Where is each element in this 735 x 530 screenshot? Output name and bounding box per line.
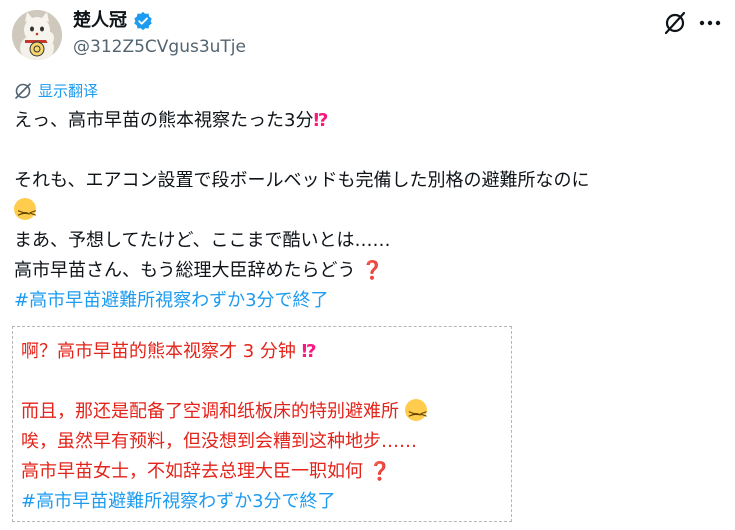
verified-badge-icon: [133, 11, 153, 31]
question-mark-icon: ❓: [368, 461, 392, 482]
tweet-line-text: えっ、高市早苗の熊本視察たった3分: [14, 110, 314, 131]
tweet-line-text: それも、エアコン設置で段ボールベッドも完備した別格の避難所なのに: [14, 170, 590, 191]
tweet-line-text: 高市早苗さん、もう総理大臣辞めたらどう: [14, 260, 356, 281]
show-translation-label[interactable]: 显示翻译: [38, 80, 98, 101]
tweet-line: #高市早苗避難所視察わずか3分で終了: [14, 286, 724, 316]
translation-line: 高市早苗女士，不如辞去总理大臣一职如何 ❓: [21, 457, 427, 487]
show-translation-link[interactable]: 显示翻译: [14, 80, 98, 101]
more-options-button[interactable]: [697, 10, 723, 36]
tweet-line: 高市早苗さん、もう総理大臣辞めたらどう ❓: [14, 256, 724, 286]
translation-line-text: 啊？高市早苗的熊本视察才 3 分钟: [21, 341, 296, 362]
tweet-line-text: まあ、予想してたけど、ここまで酷いとは……: [14, 230, 391, 251]
tweet-line: まあ、予想してたけど、ここまで酷いとは……: [14, 226, 724, 256]
translation-line-text: 唉，虽然早有预料，但没想到会糟到这种地步……: [21, 431, 417, 452]
maneki-neko-icon: [12, 10, 62, 60]
translate-icon: [15, 82, 31, 99]
translation-line: #高市早苗避難所視察わずか3分で終了: [21, 487, 427, 517]
tired-face-icon: [404, 399, 430, 430]
grok-icon: [664, 11, 686, 35]
exclamation-question-icon: ⁉: [313, 110, 329, 131]
tired-face-icon: [14, 198, 40, 229]
translation-line: 唉，虽然早有预料，但没想到会糟到这种地步……: [21, 427, 427, 457]
tweet-text: えっ、高市早苗の熊本視察たった3分⁉ それも、エアコン設置で段ボールベッドも完備…: [14, 106, 724, 316]
translation-line: 而且，那还是配备了空调和纸板床的特别避难所: [21, 397, 430, 430]
author-name-row[interactable]: 楚人冠: [73, 10, 153, 32]
hashtag-link[interactable]: #高市早苗避難所視察わずか3分で終了: [14, 290, 329, 311]
author-name[interactable]: 楚人冠: [73, 10, 127, 32]
translation-line-text: 高市早苗女士，不如辞去总理大臣一职如何: [21, 461, 363, 482]
translation-box: 啊？高市早苗的熊本视察才 3 分钟 ⁉ 而且，那还是配备了空调和纸板床的特别避难…: [12, 326, 512, 522]
grok-button[interactable]: [662, 10, 688, 36]
author-handle[interactable]: @312Z5CVgus3uTje: [73, 36, 246, 58]
tweet-line: [14, 196, 724, 229]
translation-line-text: 而且，那还是配备了空调和纸板床的特别避难所: [21, 401, 399, 422]
avatar[interactable]: [12, 10, 62, 60]
tweet-line: えっ、高市早苗の熊本視察たった3分⁉: [14, 106, 724, 136]
translation-line: 啊？高市早苗的熊本视察才 3 分钟 ⁉: [21, 337, 427, 367]
exclamation-question-icon: ⁉: [301, 341, 317, 362]
question-mark-icon: ❓: [361, 260, 384, 281]
more-horizontal-icon: [699, 20, 721, 26]
tweet-line: それも、エアコン設置で段ボールベッドも完備した別格の避難所なのに: [14, 166, 724, 196]
translation-hashtag-link[interactable]: #高市早苗避難所視察わずか3分で終了: [21, 491, 336, 512]
